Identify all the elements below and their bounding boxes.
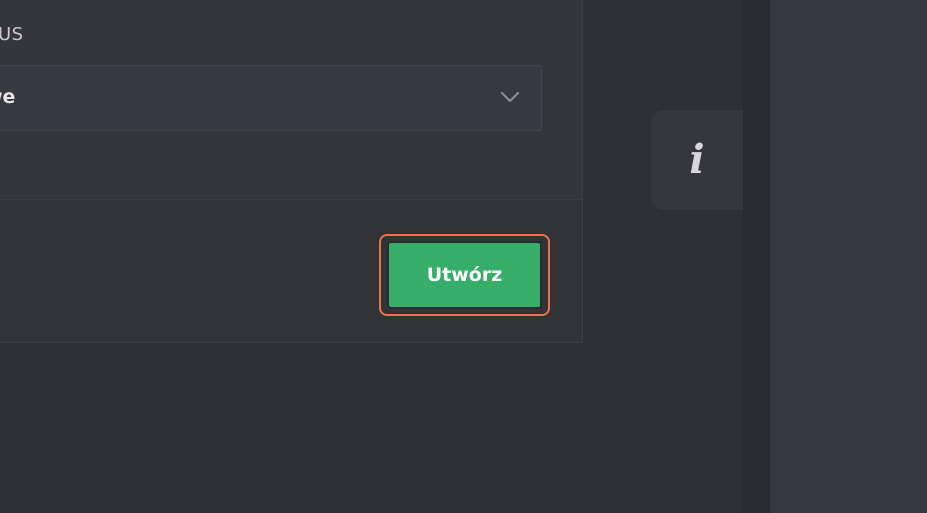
status-select[interactable]: we: [0, 65, 542, 131]
status-select-value: we: [0, 86, 16, 108]
panel-divider: [743, 0, 770, 513]
page: US we Utwórz i: [0, 0, 927, 513]
create-button[interactable]: Utwórz: [387, 241, 542, 309]
info-tab[interactable]: i: [651, 110, 743, 210]
status-field-label: US: [0, 24, 24, 45]
chevron-down-icon: [500, 91, 520, 103]
info-icon: i: [689, 136, 705, 183]
form-card: US we: [0, 0, 583, 200]
right-side-panel: [770, 0, 927, 513]
form-footer: Utwórz: [0, 200, 583, 343]
